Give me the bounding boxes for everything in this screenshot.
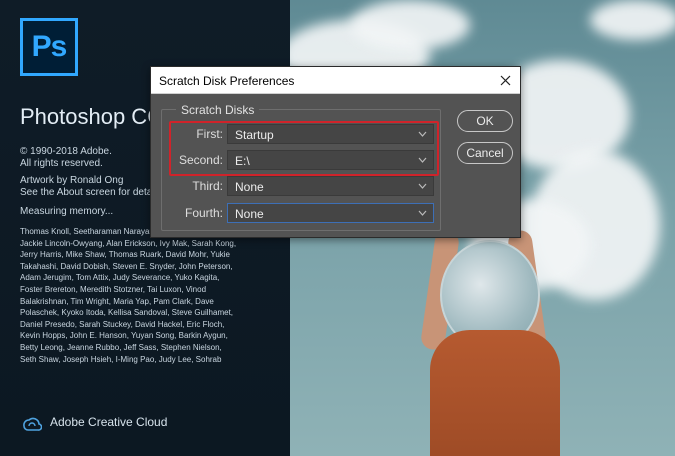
credits-line: Jerry Harris, Mike Shaw, Thomas Ruark, D… [20, 250, 230, 260]
cloud-shape [350, 0, 470, 50]
credits-line: Kevin Hopps, John E. Hanson, Yuyan Song,… [20, 331, 228, 341]
close-button[interactable] [494, 70, 516, 90]
cancel-button[interactable]: Cancel [457, 142, 513, 164]
copyright-line: © 1990-2018 Adobe. [20, 146, 112, 157]
copyright-line: All rights reserved. [20, 158, 103, 169]
credits-line: Daniel Presedo, Sarah Stuckey, David Hac… [20, 319, 225, 329]
credits-line: Adam Jerugim, Tom Attix, Judy Severance,… [20, 273, 220, 283]
credits-line: Jackie Lincoln-Owyang, Alan Erickson, Iv… [20, 238, 237, 248]
artwork-credit-line: See the About screen for details [20, 187, 162, 198]
credits-list: Thomas Knoll, Seetharaman Narayanan, Jac… [20, 226, 237, 365]
credits-line: Foster Brereton, Meredith Stotzner, Tai … [20, 284, 207, 294]
third-label: Third: [192, 179, 223, 193]
credits-line: Balakrishnan, Tim Wright, Maria Yap, Pam… [20, 296, 214, 306]
credits-line: Betty Leong, Jeanne Rubbo, Jeff Sass, St… [20, 342, 222, 352]
dialog-titlebar[interactable]: Scratch Disk Preferences [151, 67, 520, 94]
credits-line: Takahashi, David Dobish, Steven E. Snyde… [20, 261, 233, 271]
person-torso [430, 330, 560, 456]
artwork-credit-line: Artwork by Ronald Ong [20, 175, 124, 186]
creative-cloud-label: Adobe Creative Cloud [50, 415, 168, 429]
cloud-shape [590, 0, 675, 40]
dialog-title: Scratch Disk Preferences [159, 74, 295, 88]
fourth-disk-value: None [235, 207, 264, 221]
credits-line: Polaschek, Kyoko Itoda, Kellisa Sandoval… [20, 308, 234, 318]
credits-line: Seth Shaw, Joseph Hsieh, I-Ming Pao, Jud… [20, 354, 222, 364]
creative-cloud-icon [23, 417, 42, 431]
scratch-disk-dialog: Scratch Disk Preferences Scratch Disks F… [150, 66, 521, 238]
fourth-label: Fourth: [184, 206, 223, 220]
chevron-down-icon [418, 183, 427, 189]
group-label: Scratch Disks [176, 103, 260, 117]
third-disk-select[interactable]: None [227, 176, 434, 196]
chevron-down-icon [418, 210, 427, 216]
ok-button[interactable]: OK [457, 110, 513, 132]
product-name: Photoshop CC [20, 104, 164, 129]
fourth-disk-select[interactable]: None [227, 203, 434, 223]
highlight-annotation [169, 121, 439, 176]
close-icon [500, 75, 510, 85]
photoshop-logo: Ps [20, 18, 78, 76]
third-disk-value: None [235, 180, 264, 194]
loading-status: Measuring memory... [20, 206, 114, 217]
